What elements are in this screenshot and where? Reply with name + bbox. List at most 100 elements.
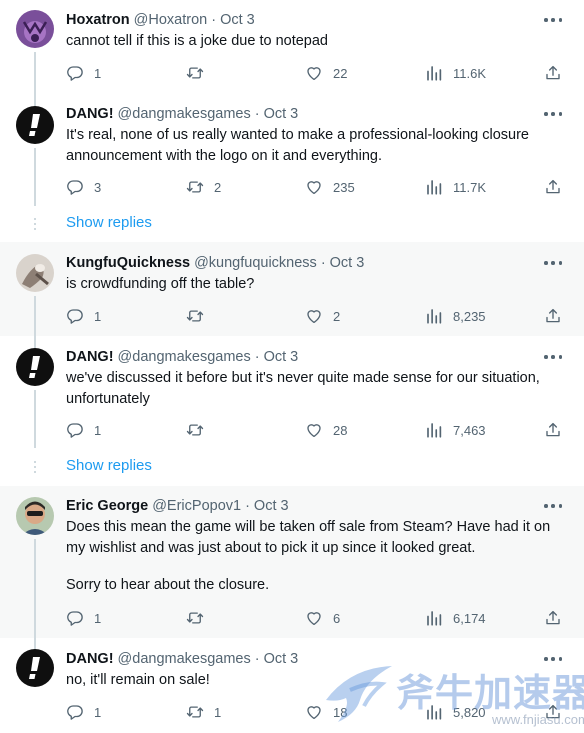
avatar[interactable]: [16, 10, 54, 48]
more-icon[interactable]: [544, 106, 562, 122]
share-button[interactable]: [544, 63, 562, 83]
separator: ·: [320, 255, 326, 271]
like-button[interactable]: 6: [305, 608, 340, 628]
tweet-date[interactable]: Oct 3: [264, 651, 299, 667]
display-name[interactable]: DANG!: [66, 106, 114, 122]
share-button[interactable]: [544, 306, 562, 326]
share-button[interactable]: [544, 420, 562, 440]
tweet-paragraph: cannot tell if this is a joke due to not…: [66, 33, 328, 49]
retweet-icon: [186, 609, 204, 627]
tweet-date[interactable]: Oct 3: [254, 498, 289, 514]
like-button[interactable]: 2: [305, 306, 340, 326]
avatar[interactable]: [16, 254, 54, 292]
share-button[interactable]: [544, 177, 562, 197]
more-icon[interactable]: [544, 255, 562, 271]
display-name[interactable]: DANG!: [66, 349, 114, 365]
tweet-date[interactable]: Oct 3: [330, 255, 365, 271]
reply-count: 1: [94, 65, 102, 81]
share-button[interactable]: [544, 608, 562, 628]
reply-button[interactable]: 1: [66, 306, 101, 326]
views-button[interactable]: 7,463: [425, 420, 486, 440]
retweet-button[interactable]: 1: [186, 702, 221, 722]
separator: ·: [245, 498, 250, 514]
avatar[interactable]: [16, 106, 54, 144]
reply-button[interactable]: 1: [66, 420, 101, 440]
user-handle[interactable]: @kungfuquickness: [194, 255, 317, 271]
tweet-hoxatron[interactable]: Hoxatron @Hoxatron · Oct 3 cannot tell i…: [0, 0, 584, 102]
tweet-header: KungfuQuickness @kungfuquickness · Oct 3: [66, 253, 364, 273]
tweet-header: DANG! @dangmakesgames · Oct 3: [66, 649, 298, 669]
views-button[interactable]: 6,174: [425, 608, 486, 628]
thread-line: [34, 638, 36, 649]
tweet-actions: 1 6 6,174: [66, 608, 566, 628]
display-name[interactable]: Hoxatron: [66, 12, 130, 28]
user-handle[interactable]: @dangmakesgames: [118, 651, 251, 667]
tweet-eric-george[interactable]: Eric George @EricPopov1 · Oct 3 Does thi…: [0, 486, 584, 638]
reply-button[interactable]: 3: [66, 177, 101, 197]
share-icon: [544, 421, 562, 439]
reply-button[interactable]: 1: [66, 63, 101, 83]
reply-count: 3: [94, 179, 102, 195]
display-name[interactable]: DANG!: [66, 651, 114, 667]
more-icon[interactable]: [544, 12, 562, 28]
retweet-count: 1: [214, 704, 222, 720]
tweet-date[interactable]: Oct 3: [264, 106, 299, 122]
tweet-paragraph: Sorry to hear about the closure.: [66, 577, 270, 593]
show-replies-link[interactable]: Show replies: [66, 457, 152, 474]
reply-button[interactable]: 1: [66, 608, 101, 628]
tweet-kungfuquickness[interactable]: KungfuQuickness @kungfuquickness · Oct 3…: [0, 242, 584, 336]
user-handle[interactable]: @Hoxatron: [134, 12, 208, 28]
views-icon: [425, 703, 443, 721]
share-icon: [544, 64, 562, 82]
like-count: 28: [333, 422, 348, 438]
like-button[interactable]: 18: [305, 702, 347, 722]
tweet-text: is crowdfunding off the table?: [66, 274, 571, 295]
like-icon: [305, 609, 323, 627]
more-icon[interactable]: [544, 498, 562, 514]
tweet-text: It's real, none of us really wanted to m…: [66, 125, 571, 166]
tweet-dang-reply-1[interactable]: DANG! @dangmakesgames · Oct 3 It's real,…: [0, 102, 584, 206]
display-name[interactable]: Eric George: [66, 498, 148, 514]
like-button[interactable]: 22: [305, 63, 347, 83]
like-button[interactable]: 235: [305, 177, 355, 197]
like-button[interactable]: 28: [305, 420, 347, 440]
retweet-button[interactable]: [186, 306, 214, 326]
like-icon: [305, 64, 323, 82]
share-button[interactable]: [544, 702, 562, 722]
user-handle[interactable]: @dangmakesgames: [118, 106, 251, 122]
views-icon: [425, 178, 443, 196]
tweet-dang-reply-2[interactable]: DANG! @dangmakesgames · Oct 3 we've disc…: [0, 336, 584, 448]
retweet-button[interactable]: [186, 608, 214, 628]
show-replies-link[interactable]: Show replies: [66, 214, 152, 231]
views-button[interactable]: 11.6K: [425, 63, 486, 83]
tweet-dang-reply-3[interactable]: DANG! @dangmakesgames · Oct 3 no, it'll …: [0, 638, 584, 733]
reply-count: 1: [94, 704, 102, 720]
display-name[interactable]: KungfuQuickness: [66, 255, 190, 271]
avatar[interactable]: [16, 348, 54, 386]
tweet-text: we've discussed it before but it's never…: [66, 368, 571, 409]
view-count: 11.7K: [453, 179, 487, 195]
more-icon[interactable]: [544, 651, 562, 667]
share-icon: [544, 307, 562, 325]
reply-icon: [66, 609, 84, 627]
views-button[interactable]: 11.7K: [425, 177, 486, 197]
like-icon: [305, 178, 323, 196]
tweet-paragraph: no, it'll remain on sale!: [66, 672, 210, 688]
tweet-date[interactable]: Oct 3: [220, 12, 255, 28]
view-count: 6,174: [453, 610, 486, 626]
avatar[interactable]: [16, 497, 54, 535]
more-icon[interactable]: [544, 349, 562, 365]
retweet-button[interactable]: [186, 420, 214, 440]
reply-button[interactable]: 1: [66, 702, 101, 722]
user-handle[interactable]: @EricPopov1: [152, 498, 241, 514]
avatar[interactable]: [16, 649, 54, 687]
retweet-button[interactable]: [186, 63, 214, 83]
user-handle[interactable]: @dangmakesgames: [118, 349, 251, 365]
views-button[interactable]: 5,820: [425, 702, 486, 722]
retweet-button[interactable]: 2: [186, 177, 221, 197]
share-icon: [544, 609, 562, 627]
views-button[interactable]: 8,235: [425, 306, 486, 326]
tweet-date[interactable]: Oct 3: [264, 349, 299, 365]
view-count: 7,463: [453, 422, 486, 438]
like-icon: [305, 703, 323, 721]
